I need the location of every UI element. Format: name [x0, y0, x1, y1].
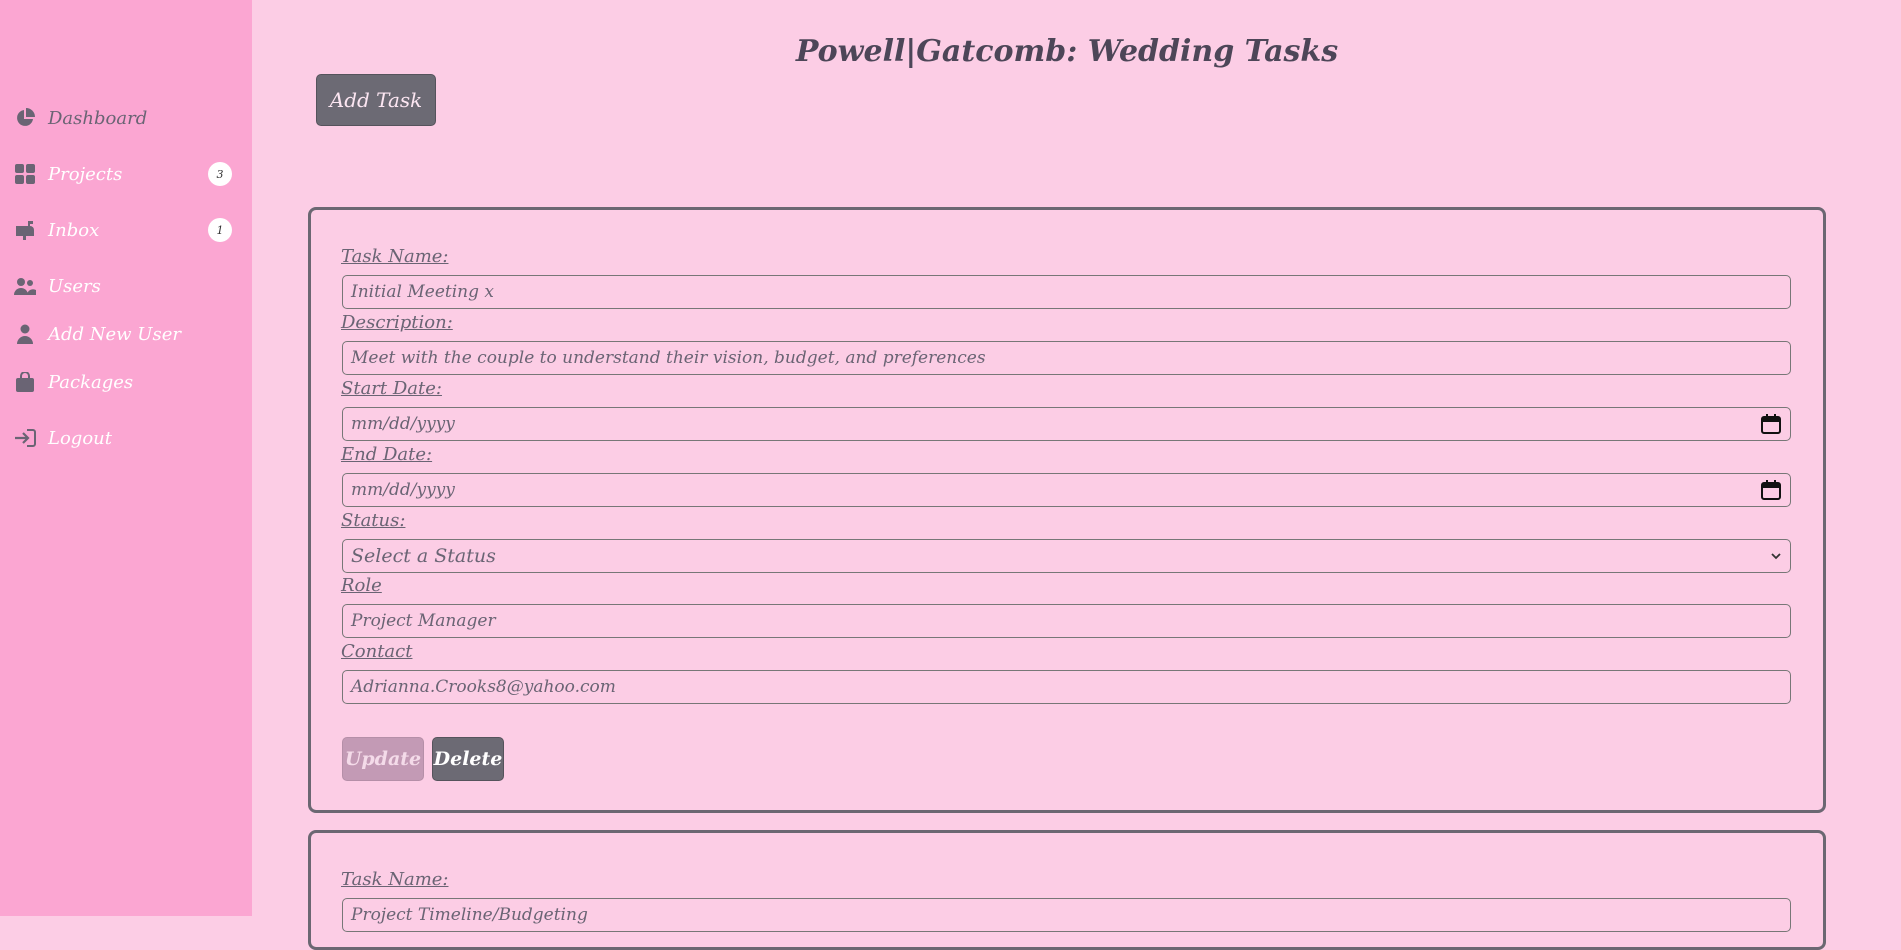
pie-chart-icon: [14, 107, 36, 129]
sidebar-item-packages[interactable]: Packages: [14, 367, 232, 397]
sidebar-item-users[interactable]: Users: [14, 271, 232, 301]
sidebar-item-dashboard[interactable]: Dashboard: [14, 103, 232, 133]
sidebar-item-label: Users: [48, 275, 101, 297]
user-icon: [14, 323, 36, 345]
chevron-down-icon: [1771, 553, 1781, 560]
contact-input[interactable]: Adrianna.Crooks8@yahoo.com: [342, 670, 1791, 704]
logout-icon: [14, 427, 36, 449]
role-input[interactable]: Project Manager: [342, 604, 1791, 638]
description-input[interactable]: Meet with the couple to understand their…: [342, 341, 1791, 375]
contact-label: Contact: [341, 641, 413, 662]
sidebar-item-label: Dashboard: [48, 107, 148, 129]
status-selected-value: Select a Status: [351, 545, 496, 567]
role-label: Role: [341, 575, 382, 596]
start-date-label: Start Date:: [341, 378, 442, 399]
task-name-value: Project Timeline/Budgeting: [351, 905, 588, 925]
task-name-label: Task Name:: [341, 869, 449, 890]
main-content: Powell|Gatcomb: Wedding Tasks Add Task T…: [252, 0, 1901, 950]
description-label: Description:: [341, 312, 453, 333]
update-button[interactable]: Update: [342, 737, 424, 781]
end-date-label: End Date:: [341, 444, 433, 465]
role-value: Project Manager: [351, 611, 496, 631]
sidebar-item-logout[interactable]: Logout: [14, 423, 232, 453]
bag-icon: [14, 371, 36, 393]
start-date-input[interactable]: mm/dd/yyyy: [342, 407, 1791, 441]
sidebar-item-label: Logout: [48, 427, 112, 449]
calendar-icon[interactable]: [1760, 413, 1782, 435]
calendar-icon[interactable]: [1760, 479, 1782, 501]
users-icon: [14, 275, 36, 297]
description-value: Meet with the couple to understand their…: [351, 348, 986, 368]
task-name-input[interactable]: Project Timeline/Budgeting: [342, 898, 1791, 932]
end-date-placeholder: mm/dd/yyyy: [351, 480, 455, 500]
sidebar-item-projects[interactable]: Projects 3: [14, 159, 232, 189]
contact-value: Adrianna.Crooks8@yahoo.com: [351, 677, 616, 697]
page-title: Powell|Gatcomb: Wedding Tasks: [795, 34, 1339, 69]
sidebar-item-label: Inbox: [48, 219, 100, 241]
sidebar-item-label: Projects: [48, 163, 123, 185]
sidebar-item-label: Packages: [48, 371, 134, 393]
status-select[interactable]: Select a Status: [342, 539, 1791, 573]
sidebar-item-label: Add New User: [48, 323, 181, 345]
status-label: Status:: [341, 510, 406, 531]
task-name-label: Task Name:: [341, 246, 449, 267]
task-card: Task Name: Initial Meeting x Description…: [308, 207, 1826, 813]
delete-button[interactable]: Delete: [432, 737, 504, 781]
task-name-input[interactable]: Initial Meeting x: [342, 275, 1791, 309]
sidebar-item-inbox[interactable]: Inbox 1: [14, 215, 232, 245]
task-name-value: Initial Meeting x: [351, 282, 494, 302]
add-task-button[interactable]: Add Task: [316, 74, 436, 126]
task-card: Task Name: Project Timeline/Budgeting: [308, 830, 1826, 950]
end-date-input[interactable]: mm/dd/yyyy: [342, 473, 1791, 507]
mailbox-icon: [14, 219, 36, 241]
sidebar: Dashboard Projects 3 Inbox 1 Users Add N…: [0, 0, 252, 916]
sidebar-item-add-new-user[interactable]: Add New User: [14, 319, 232, 349]
start-date-placeholder: mm/dd/yyyy: [351, 414, 455, 434]
grid-icon: [14, 163, 36, 185]
projects-count-badge: 3: [208, 162, 232, 186]
inbox-count-badge: 1: [208, 218, 232, 242]
